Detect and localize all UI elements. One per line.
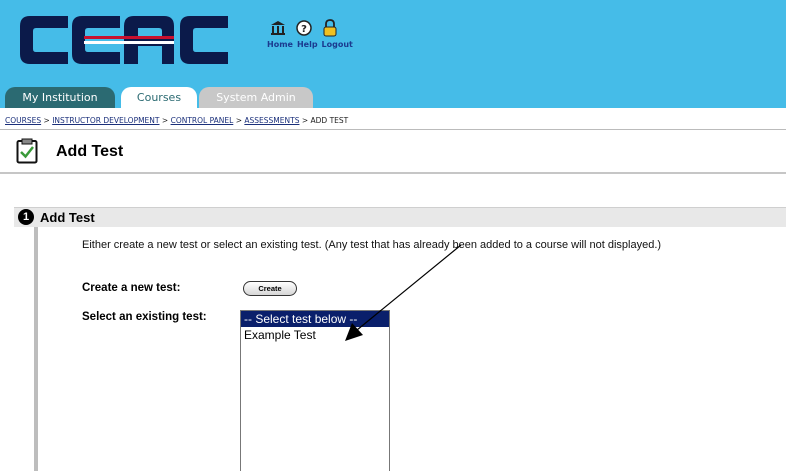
create-test-label: Create a new test: [82, 282, 181, 294]
breadcrumb-instructor-development[interactable]: INSTRUCTOR DEVELOPMENT [52, 116, 159, 125]
ccac-logo [20, 16, 228, 64]
select-test-label: Select an existing test: [82, 311, 207, 323]
institution-icon[interactable] [268, 18, 288, 38]
clipboard-check-icon [16, 138, 38, 164]
tab-courses[interactable]: Courses [121, 87, 197, 108]
breadcrumb-courses[interactable]: COURSES [5, 116, 41, 125]
svg-text:?: ? [301, 24, 307, 35]
step-number-badge: 1 [18, 209, 34, 225]
breadcrumb: COURSES > INSTRUCTOR DEVELOPMENT > CONTR… [5, 116, 348, 125]
breadcrumb-separator: > [161, 116, 169, 125]
title-divider [0, 172, 786, 174]
section-title: Add Test [40, 210, 95, 225]
breadcrumb-divider [0, 129, 786, 130]
breadcrumb-separator: > [301, 116, 309, 125]
breadcrumb-separator: > [235, 116, 242, 125]
section-side-rule [34, 227, 38, 471]
utility-icons: ? [268, 18, 340, 38]
tab-system-admin[interactable]: System Admin [199, 87, 313, 108]
padlock-icon[interactable] [320, 18, 340, 38]
help-link[interactable]: Help [297, 40, 318, 49]
help-icon[interactable]: ? [294, 18, 314, 38]
breadcrumb-control-panel[interactable]: CONTROL PANEL [171, 116, 234, 125]
breadcrumb-current: ADD TEST [310, 116, 349, 125]
select-option-example-test[interactable]: Example Test [241, 327, 389, 343]
breadcrumb-assessments[interactable]: ASSESSMENTS [244, 116, 299, 125]
instructions-text: Either create a new test or select an ex… [82, 239, 662, 251]
existing-test-listbox[interactable]: -- Select test below -- Example Test [240, 310, 390, 471]
section-header-bar [14, 207, 786, 227]
create-button[interactable]: Create [243, 281, 297, 296]
home-link[interactable]: Home [267, 40, 293, 49]
utility-links: Home Help Logout [267, 40, 353, 49]
logout-link[interactable]: Logout [322, 40, 353, 49]
page-title: Add Test [56, 143, 124, 160]
select-option-placeholder[interactable]: -- Select test below -- [241, 311, 389, 327]
tab-my-institution[interactable]: My Institution [5, 87, 115, 108]
breadcrumb-separator: > [43, 116, 50, 125]
